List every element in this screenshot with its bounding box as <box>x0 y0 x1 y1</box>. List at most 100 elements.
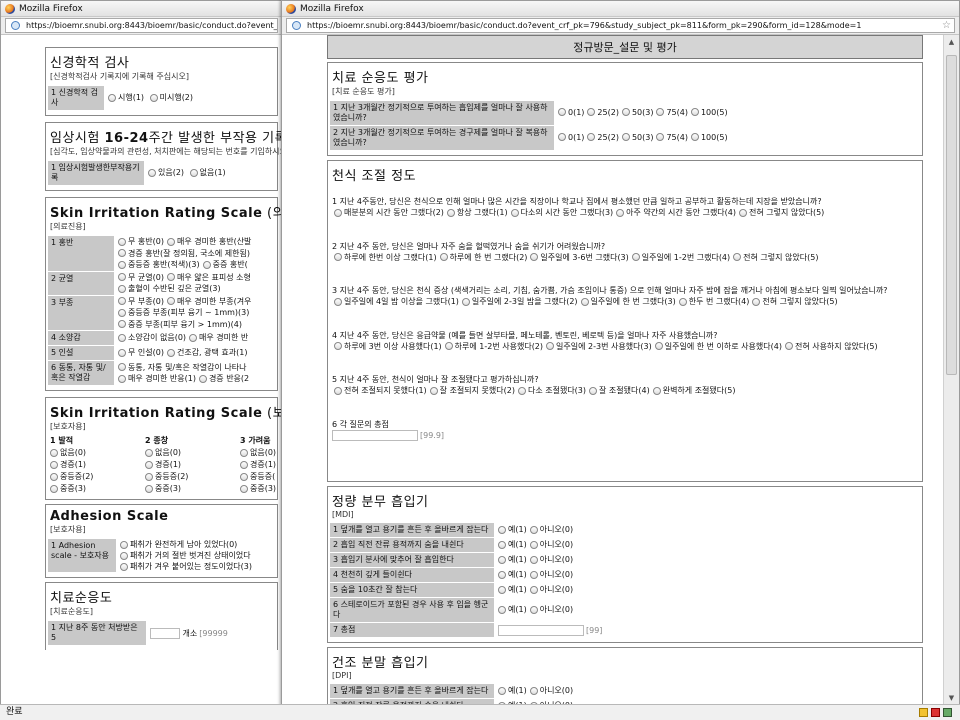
radio-button-icon[interactable] <box>118 237 126 246</box>
radio-button-icon[interactable] <box>621 133 630 142</box>
radio-option[interactable]: 중등증 홍반(적색)(3) <box>118 259 200 270</box>
radio-option[interactable]: 무 균열(0) <box>118 272 164 283</box>
radio-option[interactable]: 일주일에 한 번 그랬다(3) <box>580 296 676 307</box>
radio-button-icon[interactable] <box>334 342 342 350</box>
radio-option[interactable]: 패취가 거의 절반 벗겨진 상태이었다 <box>120 550 252 561</box>
radio-button-icon[interactable] <box>678 297 687 306</box>
radio-button-icon[interactable] <box>166 348 175 357</box>
front-url-field[interactable]: https://bioemr.snubi.org:8443/bioemr/bas… <box>286 18 955 33</box>
radio-option[interactable]: 전혀 그렇지 않았다(5) <box>739 207 824 218</box>
radio-button-icon[interactable] <box>120 562 128 571</box>
radio-option[interactable]: 없음(0) <box>240 447 282 458</box>
radio-button-icon[interactable] <box>529 525 538 534</box>
vertical-scrollbar[interactable]: ▲ ▼ <box>943 35 959 705</box>
radio-option[interactable]: 잘 조절되지 못했다(2) <box>429 385 515 396</box>
radio-button-icon[interactable] <box>498 570 506 579</box>
radio-option[interactable]: 100(5) <box>690 133 728 142</box>
site-identity-icon[interactable] <box>292 21 301 30</box>
neuro-option[interactable]: 시행(1) <box>108 92 144 103</box>
radio-button-icon[interactable] <box>120 551 128 560</box>
radio-button-icon[interactable] <box>240 448 248 457</box>
radio-option[interactable]: 전혀 그렇지 않았다(5) <box>752 296 838 307</box>
radio-button-icon[interactable] <box>120 540 128 549</box>
radio-button-icon[interactable] <box>240 484 248 493</box>
radio-button-icon[interactable] <box>529 540 538 549</box>
radio-button-icon[interactable] <box>50 472 58 481</box>
radio-button-icon[interactable] <box>444 342 453 350</box>
radio-button-icon[interactable] <box>498 686 506 695</box>
radio-button-icon[interactable] <box>529 605 538 614</box>
radio-option[interactable]: 중증(3) <box>240 483 282 494</box>
radio-option[interactable]: 100(5) <box>690 108 728 117</box>
radio-button-icon[interactable] <box>118 297 126 305</box>
radio-option[interactable]: 하루에 한번 이상 그랬다(1) <box>334 252 437 263</box>
radio-option[interactable]: 없음(0) <box>145 447 240 458</box>
radio-button-icon[interactable] <box>690 133 699 142</box>
radio-button-icon[interactable] <box>166 273 175 281</box>
radio-button-icon[interactable] <box>118 273 126 281</box>
radio-option[interactable]: 0(1) <box>558 133 584 142</box>
radio-option[interactable]: 잘 조절됐다(4) <box>589 385 650 396</box>
radio-option[interactable]: 매우 얇은 표피성 소형 <box>166 272 251 283</box>
radio-button-icon[interactable] <box>784 342 793 350</box>
adverse-option[interactable]: 없음(1) <box>189 167 226 178</box>
radio-button-icon[interactable] <box>118 284 126 293</box>
radio-option[interactable]: 중등증( <box>240 471 282 482</box>
radio-button-icon[interactable] <box>498 585 506 594</box>
radio-button-icon[interactable] <box>240 460 248 469</box>
radio-button-icon[interactable] <box>589 386 598 395</box>
radio-button-icon[interactable] <box>654 342 663 350</box>
radio-button-icon[interactable] <box>587 133 596 142</box>
radio-option[interactable]: 아니오(0) <box>529 685 573 696</box>
radio-option[interactable]: 일주일에 4일 밤 이상을 그랬다(1) <box>334 296 459 307</box>
radio-button-icon[interactable] <box>498 525 506 534</box>
radio-button-icon[interactable] <box>149 93 158 102</box>
radio-option[interactable]: 25(2) <box>587 108 619 117</box>
radio-option[interactable]: 아니오(0) <box>529 524 573 535</box>
radio-option[interactable]: 아니오(0) <box>529 569 573 580</box>
radio-button-icon[interactable] <box>189 333 198 342</box>
radio-button-icon[interactable] <box>108 93 116 102</box>
scroll-up-icon[interactable]: ▲ <box>944 35 959 49</box>
radio-button-icon[interactable] <box>656 133 665 142</box>
radio-option[interactable]: 중증(3) <box>145 483 240 494</box>
radio-option[interactable]: 예(1) <box>498 539 527 550</box>
radio-button-icon[interactable] <box>530 253 539 261</box>
radio-button-icon[interactable] <box>446 208 455 217</box>
radio-button-icon[interactable] <box>752 297 761 306</box>
radio-option[interactable]: 다소 조절됐다(3) <box>517 385 586 396</box>
radio-button-icon[interactable] <box>118 363 126 371</box>
radio-button-icon[interactable] <box>429 386 438 395</box>
radio-option[interactable]: 예(1) <box>498 685 527 696</box>
radio-option[interactable]: 예(1) <box>498 604 527 615</box>
radio-button-icon[interactable] <box>334 253 342 261</box>
radio-option[interactable]: 전혀 그렇지 않았다(5) <box>733 252 818 263</box>
radio-option[interactable]: 75(4) <box>656 133 688 142</box>
radio-option[interactable]: 예(1) <box>498 524 527 535</box>
radio-option[interactable]: 일주일에 2-3번 사용했다(3) <box>546 341 652 352</box>
radio-button-icon[interactable] <box>118 308 126 317</box>
radio-option[interactable]: 경증(1) <box>50 459 145 470</box>
radio-option[interactable]: 동통, 자통 및/혹은 작열감이 나타나 <box>118 362 246 373</box>
radio-option[interactable]: 경증(1) <box>240 459 282 470</box>
radio-option[interactable]: 0(1) <box>558 108 584 117</box>
radio-option[interactable]: 경증(1) <box>145 459 240 470</box>
radio-button-icon[interactable] <box>189 168 198 177</box>
radio-option[interactable]: 중등증(2) <box>50 471 145 482</box>
radio-option[interactable]: 아니오(0) <box>529 604 573 615</box>
scroll-down-icon[interactable]: ▼ <box>944 691 959 705</box>
radio-button-icon[interactable] <box>529 555 538 564</box>
radio-button-icon[interactable] <box>739 208 747 217</box>
radio-option[interactable]: 아니오(0) <box>529 584 573 595</box>
radio-option[interactable]: 매우 경미한 부종(겨우 <box>166 296 251 307</box>
radio-button-icon[interactable] <box>517 386 526 395</box>
radio-button-icon[interactable] <box>145 448 153 457</box>
radio-button-icon[interactable] <box>529 570 538 579</box>
site-identity-icon[interactable] <box>11 21 20 30</box>
radio-button-icon[interactable] <box>498 605 506 614</box>
radio-button-icon[interactable] <box>118 333 126 342</box>
radio-button-icon[interactable] <box>118 374 126 383</box>
radio-button-icon[interactable] <box>621 108 630 117</box>
radio-button-icon[interactable] <box>498 540 506 549</box>
radio-button-icon[interactable] <box>529 686 538 695</box>
